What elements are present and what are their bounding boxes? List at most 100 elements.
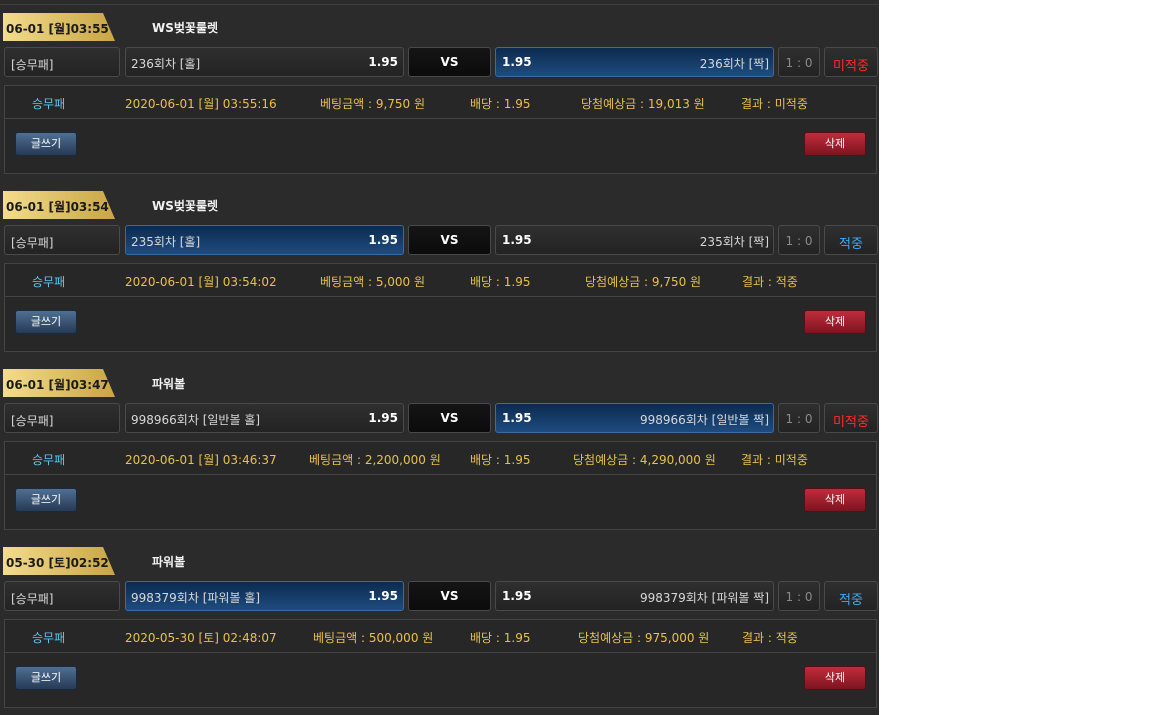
delete-button[interactable]: 삭제 xyxy=(804,666,866,690)
detail-row: 승무패 2020-06-01 [월] 03:55:16 베팅금액 : 9,750… xyxy=(5,86,876,119)
detail-row: 승무패 2020-06-01 [월] 03:54:02 베팅금액 : 5,000… xyxy=(5,264,876,297)
detail-odds: 배당 : 1.95 xyxy=(470,453,531,467)
detail-time: 2020-06-01 [월] 03:55:16 xyxy=(125,97,277,111)
score-label: 1 : 0 xyxy=(785,56,813,70)
result-label: 미적중 xyxy=(833,415,869,430)
score-box: 1 : 0 xyxy=(778,225,820,255)
home-option[interactable]: 998966회차 [일반볼 홀] 1.95 xyxy=(125,403,404,433)
date-tab: 05-30 [토]02:52 xyxy=(3,547,115,575)
bet-type-label: [승무패] xyxy=(11,236,54,250)
detail-odds: 배당 : 1.95 xyxy=(470,631,531,645)
home-option-selected[interactable]: 998379회차 [파워볼 홀] 1.95 xyxy=(125,581,404,611)
detail-result: 결과 : 적중 xyxy=(742,631,798,645)
detail-expected: 당첨예상금 : 9,750 원 xyxy=(585,275,702,289)
away-odd: 1.95 xyxy=(502,233,532,247)
away-option-name: 236회차 [짝] xyxy=(699,57,769,71)
home-option-name: 235회차 [홀] xyxy=(131,235,201,249)
score-label: 1 : 0 xyxy=(785,590,813,604)
game-title: 파워볼 xyxy=(152,555,186,569)
delete-button[interactable]: 삭제 xyxy=(804,132,866,156)
write-button[interactable]: 글쓰기 xyxy=(15,310,77,334)
away-odd: 1.95 xyxy=(502,589,532,603)
bet-detail: 승무패 2020-06-01 [월] 03:54:02 베팅금액 : 5,000… xyxy=(4,263,877,352)
away-option-name: 998966회차 [일반볼 짝] xyxy=(639,413,769,427)
detail-result: 결과 : 미적중 xyxy=(741,97,808,111)
write-button[interactable]: 글쓰기 xyxy=(15,488,77,512)
write-button[interactable]: 글쓰기 xyxy=(15,666,77,690)
date-tab-label: 06-01 [월]03:55 xyxy=(6,22,109,36)
bet-type-box: [승무패] xyxy=(4,47,120,77)
detail-amount: 베팅금액 : 2,200,000 원 xyxy=(309,453,441,467)
detail-amount: 베팅금액 : 500,000 원 xyxy=(313,631,434,645)
home-option-name: 998379회차 [파워볼 홀] xyxy=(131,591,261,605)
bet-type-box: [승무패] xyxy=(4,581,120,611)
detail-amount: 베팅금액 : 9,750 원 xyxy=(320,97,426,111)
date-tab-label: 06-01 [월]03:47 xyxy=(6,378,109,392)
away-option[interactable]: 1.95 235회차 [짝] xyxy=(495,225,774,255)
score-label: 1 : 0 xyxy=(785,234,813,248)
home-odd: 1.95 xyxy=(368,411,398,425)
bet-detail: 승무패 2020-06-01 [월] 03:46:37 베팅금액 : 2,200… xyxy=(4,441,877,530)
detail-type: 승무패 xyxy=(32,275,66,289)
bet-detail: 승무패 2020-06-01 [월] 03:55:16 베팅금액 : 9,750… xyxy=(4,85,877,174)
home-option-name: 998966회차 [일반볼 홀] xyxy=(131,413,261,427)
result-badge: 미적중 xyxy=(824,47,878,77)
score-box: 1 : 0 xyxy=(778,47,820,77)
bet-type-label: [승무패] xyxy=(11,58,54,72)
away-option-name: 235회차 [짝] xyxy=(699,235,769,249)
home-odd: 1.95 xyxy=(368,589,398,603)
detail-row: 승무패 2020-05-30 [토] 02:48:07 베팅금액 : 500,0… xyxy=(5,620,876,653)
home-odd: 1.95 xyxy=(368,233,398,247)
date-tab-label: 06-01 [월]03:54 xyxy=(6,200,109,214)
detail-amount: 베팅금액 : 5,000 원 xyxy=(320,275,426,289)
result-label: 적중 xyxy=(839,237,863,252)
score-box: 1 : 0 xyxy=(778,403,820,433)
vs-box: VS xyxy=(408,225,491,255)
result-label: 미적중 xyxy=(833,59,869,74)
date-tab: 06-01 [월]03:55 xyxy=(3,13,115,41)
away-option-selected[interactable]: 1.95 236회차 [짝] xyxy=(495,47,774,77)
home-option[interactable]: 236회차 [홀] 1.95 xyxy=(125,47,404,77)
game-title: WS벚꽃룰렛 xyxy=(152,199,219,213)
write-button[interactable]: 글쓰기 xyxy=(15,132,77,156)
home-odd: 1.95 xyxy=(368,55,398,69)
away-odd: 1.95 xyxy=(502,411,532,425)
delete-button[interactable]: 삭제 xyxy=(804,488,866,512)
date-tab: 06-01 [월]03:54 xyxy=(3,191,115,219)
detail-type: 승무패 xyxy=(32,453,66,467)
bet-entry: 06-01 [월]03:54 WS벚꽃룰렛 [승무패] 235회차 [홀] 1.9… xyxy=(0,183,879,361)
date-tab-label: 05-30 [토]02:52 xyxy=(6,556,109,570)
result-label: 적중 xyxy=(839,593,863,608)
detail-time: 2020-05-30 [토] 02:48:07 xyxy=(125,631,277,645)
vs-label: VS xyxy=(440,55,459,69)
result-badge: 미적중 xyxy=(824,403,878,433)
detail-row: 승무패 2020-06-01 [월] 03:46:37 베팅금액 : 2,200… xyxy=(5,442,876,475)
detail-type: 승무패 xyxy=(32,97,66,111)
score-box: 1 : 0 xyxy=(778,581,820,611)
detail-expected: 당첨예상금 : 975,000 원 xyxy=(578,631,710,645)
result-badge: 적중 xyxy=(824,581,878,611)
vs-label: VS xyxy=(440,233,459,247)
home-option-selected[interactable]: 235회차 [홀] 1.95 xyxy=(125,225,404,255)
away-option-selected[interactable]: 1.95 998966회차 [일반볼 짝] xyxy=(495,403,774,433)
detail-time: 2020-06-01 [월] 03:46:37 xyxy=(125,453,277,467)
bet-history-panel: 06-01 [월]03:55 WS벚꽃룰렛 [승무패] 236회차 [홀] 1.9… xyxy=(0,0,879,715)
bet-type-label: [승무패] xyxy=(11,414,54,428)
away-option-name: 998379회차 [파워볼 짝] xyxy=(639,591,769,605)
bet-entry: 06-01 [월]03:47 파워볼 [승무패] 998966회차 [일반볼 홀… xyxy=(0,361,879,539)
delete-button[interactable]: 삭제 xyxy=(804,310,866,334)
bet-entry: 06-01 [월]03:55 WS벚꽃룰렛 [승무패] 236회차 [홀] 1.9… xyxy=(0,5,879,183)
detail-type: 승무패 xyxy=(32,631,66,645)
result-badge: 적중 xyxy=(824,225,878,255)
detail-odds: 배당 : 1.95 xyxy=(470,97,531,111)
away-odd: 1.95 xyxy=(502,55,532,69)
date-tab: 06-01 [월]03:47 xyxy=(3,369,115,397)
detail-expected: 당첨예상금 : 19,013 원 xyxy=(581,97,705,111)
vs-box: VS xyxy=(408,403,491,433)
detail-result: 결과 : 적중 xyxy=(742,275,798,289)
vs-box: VS xyxy=(408,581,491,611)
away-option[interactable]: 1.95 998379회차 [파워볼 짝] xyxy=(495,581,774,611)
detail-expected: 당첨예상금 : 4,290,000 원 xyxy=(573,453,716,467)
detail-result: 결과 : 미적중 xyxy=(741,453,808,467)
game-title: WS벚꽃룰렛 xyxy=(152,21,219,35)
